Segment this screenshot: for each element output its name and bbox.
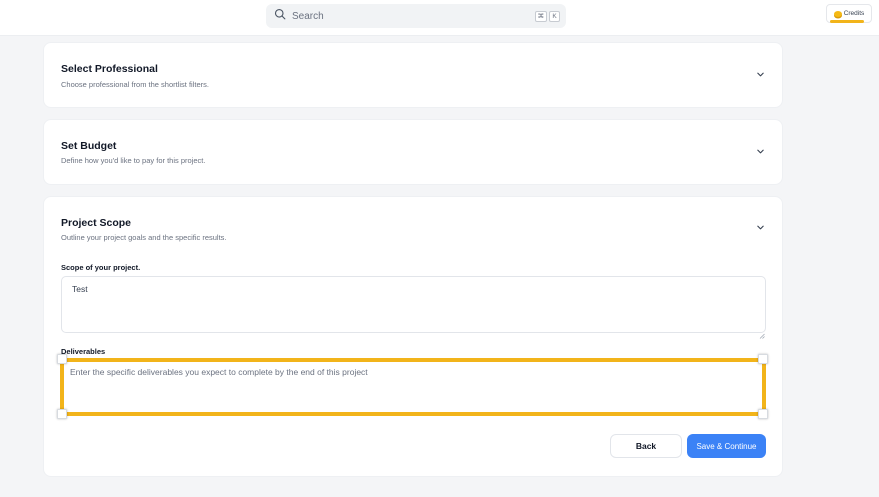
- resize-handle-bottom-right[interactable]: [758, 409, 768, 419]
- search-icon: [274, 7, 286, 25]
- section-subtitle: Define how you'd like to pay for this pr…: [61, 156, 206, 165]
- section-title: Select Professional: [61, 63, 158, 75]
- resize-grip-icon[interactable]: [759, 326, 765, 339]
- section-title: Set Budget: [61, 140, 117, 152]
- section-project-scope: Project Scope Outline your project goals…: [43, 196, 783, 477]
- chevron-down-icon[interactable]: [756, 70, 765, 79]
- section-select-professional[interactable]: Select Professional Choose professional …: [43, 42, 783, 108]
- resize-handle-top-left[interactable]: [57, 354, 67, 364]
- section-set-budget[interactable]: Set Budget Define how you'd like to pay …: [43, 119, 783, 185]
- coin-icon: [833, 10, 842, 17]
- credits-label: Credits: [843, 10, 865, 17]
- resize-handle-bottom-left[interactable]: [57, 409, 67, 419]
- chevron-down-icon[interactable]: [756, 147, 765, 156]
- scope-textarea[interactable]: Test: [61, 276, 766, 333]
- command-key-icon: ⌘: [534, 10, 547, 22]
- search-placeholder: Search: [292, 10, 324, 22]
- resize-handle-top-right[interactable]: [758, 354, 768, 364]
- back-button[interactable]: Back: [610, 434, 682, 458]
- deliverables-placeholder: Enter the specific deliverables you expe…: [70, 367, 368, 377]
- top-bar: Search ⌘ K Credits: [0, 0, 879, 36]
- credits-indicator: [830, 20, 864, 23]
- save-continue-button[interactable]: Save & Continue: [687, 434, 766, 458]
- chevron-down-icon[interactable]: [756, 223, 765, 232]
- section-title: Project Scope: [61, 217, 132, 229]
- section-subtitle: Choose professional from the shortlist f…: [61, 80, 209, 89]
- deliverables-label: Deliverables: [61, 347, 106, 356]
- k-key-badge: K: [549, 10, 560, 22]
- search-bar[interactable]: Search ⌘ K: [266, 4, 566, 28]
- section-subtitle: Outline your project goals and the speci…: [61, 233, 227, 242]
- scope-label: Scope of your project.: [61, 263, 141, 272]
